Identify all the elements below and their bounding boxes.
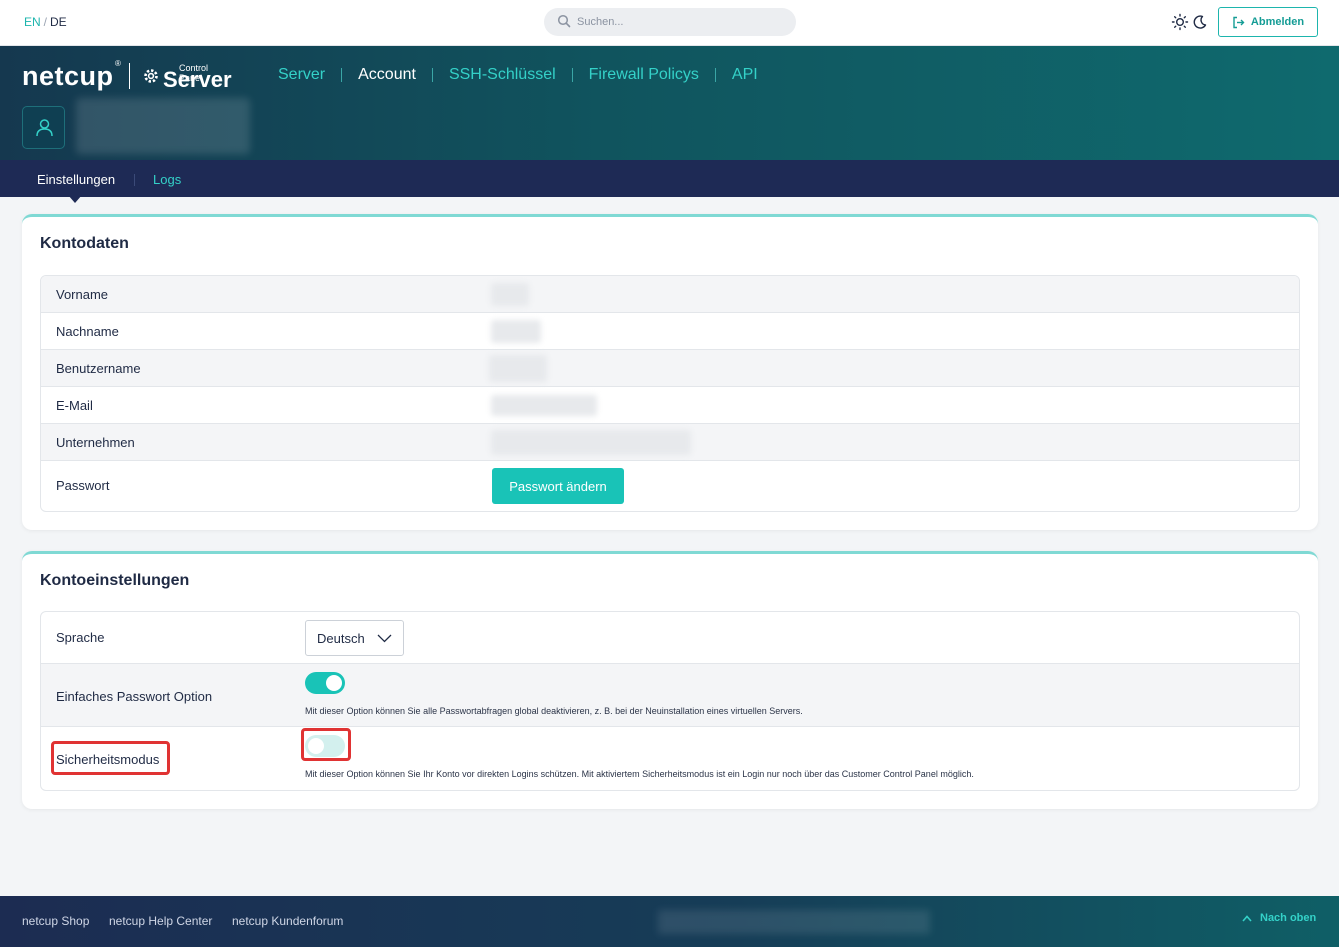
row-label: Unternehmen: [56, 435, 135, 450]
main-nav: Server Account SSH-Schlüssel Firewall Po…: [278, 66, 758, 84]
nav-divider: [341, 68, 343, 82]
row-label: Benutzername: [56, 361, 141, 376]
security-mode-description: Mit dieser Option können Sie Ihr Konto v…: [305, 769, 974, 779]
table-row: Nachname: [41, 313, 1299, 350]
logo-registered: ®: [115, 59, 121, 68]
tab-settings[interactable]: Einstellungen: [37, 172, 115, 187]
table-row: Einfaches Passwort Option Mit dieser Opt…: [41, 664, 1299, 727]
user-icon: [36, 119, 53, 137]
logo-divider: [129, 63, 130, 89]
toggle-knob: [326, 675, 342, 691]
logout-button[interactable]: Abmelden: [1218, 7, 1318, 37]
kontodaten-card: Kontodaten Vorname Nachname Benutzername…: [22, 214, 1318, 530]
lang-en-link[interactable]: EN: [24, 15, 41, 29]
row-label: Nachname: [56, 324, 119, 339]
chevron-down-icon: [377, 634, 392, 643]
kontoeinstellungen-table: Sprache Deutsch Einfaches Passwort Optio…: [40, 611, 1300, 791]
kontodaten-table: Vorname Nachname Benutzername E-Mail Unt…: [40, 275, 1300, 512]
logo-brand: netcup: [22, 61, 114, 91]
easy-password-description: Mit dieser Option können Sie alle Passwo…: [305, 706, 803, 716]
gear-icon: [144, 69, 158, 83]
chevron-up-icon: [1242, 914, 1252, 922]
nav-api[interactable]: API: [732, 66, 758, 84]
language-label: Sprache: [56, 630, 105, 645]
table-row: Vorname: [41, 276, 1299, 313]
nav-account[interactable]: Account: [358, 66, 416, 84]
redacted-value: [491, 395, 597, 416]
redacted-value: [491, 320, 541, 343]
change-password-button[interactable]: Passwort ändern: [492, 468, 624, 504]
active-tab-caret: [68, 195, 82, 203]
row-label: Vorname: [56, 287, 109, 302]
row-label: E-Mail: [56, 398, 93, 413]
language-switcher: EN / DE: [24, 15, 67, 29]
footer-link-forum[interactable]: netcup Kundenforum: [232, 914, 343, 928]
language-select-value: Deutsch: [317, 631, 365, 646]
table-row: Unternehmen: [41, 424, 1299, 461]
search-input[interactable]: [577, 12, 777, 32]
security-label-highlight: [51, 741, 170, 775]
table-row: Passwort Passwort ändern: [41, 461, 1299, 511]
sub-nav: Einstellungen Logs: [0, 160, 1339, 197]
nav-firewall-policies[interactable]: Firewall Policys: [589, 66, 699, 84]
redacted-footer-info: [658, 910, 930, 934]
row-label: Passwort: [56, 478, 110, 493]
tab-logs[interactable]: Logs: [153, 172, 181, 187]
moon-icon[interactable]: [1191, 13, 1209, 31]
search-box[interactable]: [544, 8, 796, 36]
redacted-value: [491, 283, 529, 306]
nav-divider: [571, 68, 573, 82]
lang-separator: /: [43, 15, 48, 29]
nav-server[interactable]: Server: [278, 66, 325, 84]
easy-password-toggle[interactable]: [305, 672, 345, 694]
redacted-value: [491, 430, 691, 455]
logout-label: Abmelden: [1250, 16, 1305, 28]
redacted-value: [489, 355, 547, 382]
table-row: Sprache Deutsch: [41, 612, 1299, 664]
footer: netcup Shop netcup Help Center netcup Ku…: [0, 896, 1339, 947]
easy-password-label: Einfaches Passwort Option: [56, 689, 213, 704]
nav-divider: [714, 68, 716, 82]
lang-de-link[interactable]: DE: [50, 15, 67, 29]
footer-link-help-center[interactable]: netcup Help Center: [109, 914, 212, 928]
kontoeinstellungen-title: Kontoeinstellungen: [40, 572, 190, 589]
kontoeinstellungen-card: Kontoeinstellungen Sprache Deutsch Einfa…: [22, 551, 1318, 809]
top-bar: EN/DE Abmelden: [0, 0, 1339, 46]
back-to-top-label: Nach oben: [1260, 912, 1317, 924]
footer-link-shop[interactable]: netcup Shop: [22, 914, 89, 928]
logout-icon: [1233, 16, 1245, 28]
nav-ssh-keys[interactable]: SSH-Schlüssel: [449, 66, 556, 84]
header-band: netcup ® Control Panel Server Server Acc…: [0, 46, 1339, 160]
security-toggle-highlight: [301, 728, 351, 761]
redacted-user-info: [76, 98, 250, 154]
back-to-top-link[interactable]: Nach oben: [1242, 912, 1316, 924]
subnav-divider: [134, 174, 135, 186]
avatar: [22, 106, 65, 149]
search-icon: [557, 14, 571, 28]
kontodaten-title: Kontodaten: [40, 235, 129, 252]
language-select[interactable]: Deutsch: [305, 620, 404, 656]
sun-icon[interactable]: [1171, 13, 1189, 31]
logo-product: Server: [163, 67, 232, 92]
table-row: Benutzername: [41, 350, 1299, 387]
nav-divider: [431, 68, 433, 82]
table-row: E-Mail: [41, 387, 1299, 424]
table-row: Sicherheitsmodus Mit dieser Option könne…: [41, 727, 1299, 790]
